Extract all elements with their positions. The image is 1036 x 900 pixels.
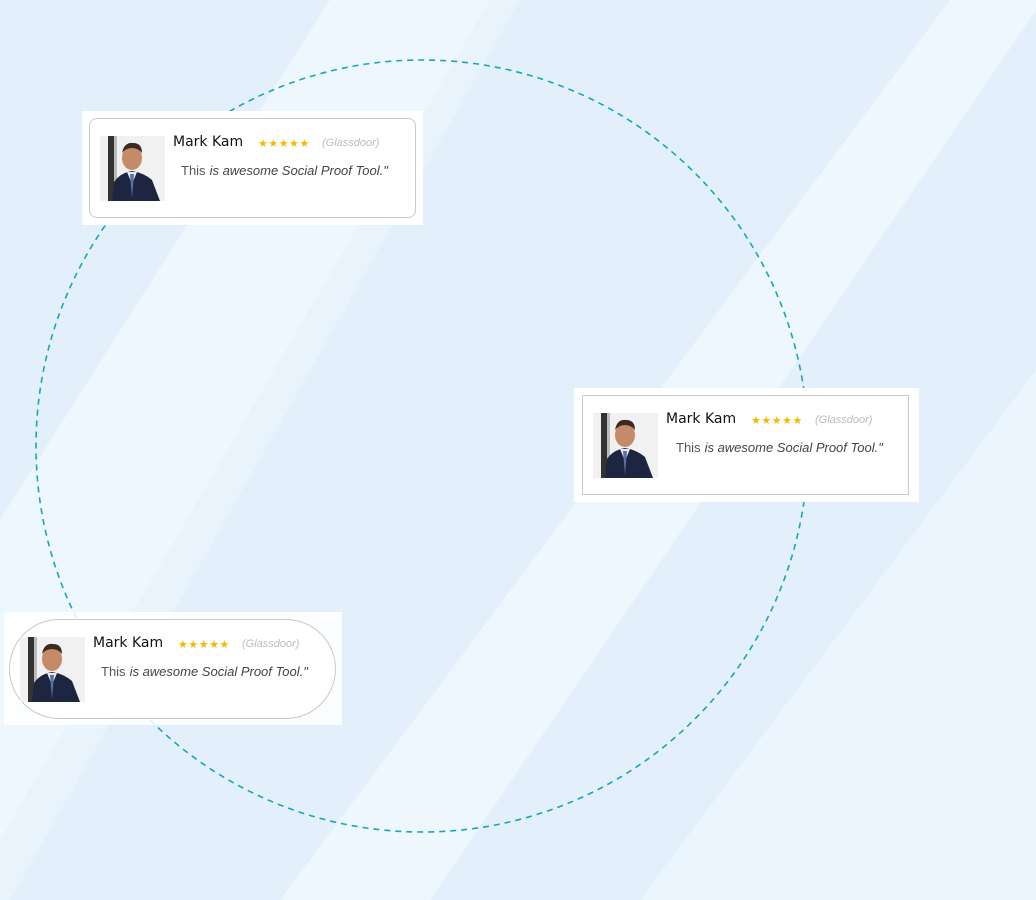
person-photo-icon xyxy=(593,413,658,478)
star-rating: ★★★★★ xyxy=(178,638,230,651)
testimonial-card[interactable]: Mark Kam ★★★★★ (Glassdoor) This is awesom… xyxy=(89,118,416,218)
person-photo-icon xyxy=(20,637,85,702)
quote-lead: This xyxy=(676,440,701,455)
reviewer-name: Mark Kam xyxy=(93,635,164,651)
testimonial-card-wrapper: Mark Kam ★★★★★ (Glassdoor) This is awesom… xyxy=(4,612,342,725)
quote-text: is awesome Social Proof Tool." xyxy=(209,163,388,178)
review-source: (Glassdoor) xyxy=(815,414,873,426)
avatar xyxy=(20,637,85,702)
avatar xyxy=(100,136,165,201)
testimonial-card[interactable]: Mark Kam ★★★★★ (Glassdoor) This is awesom… xyxy=(582,395,909,495)
review-quote: This is awesome Social Proof Tool." xyxy=(181,163,388,178)
quote-text: is awesome Social Proof Tool." xyxy=(704,440,883,455)
quote-lead: This xyxy=(181,163,206,178)
avatar xyxy=(593,413,658,478)
quote-lead: This xyxy=(101,664,126,679)
reviewer-name: Mark Kam xyxy=(173,134,244,150)
quote-text: is awesome Social Proof Tool." xyxy=(129,664,308,679)
testimonial-card-wrapper: Mark Kam ★★★★★ (Glassdoor) This is awesom… xyxy=(82,111,423,225)
testimonial-card-wrapper: Mark Kam ★★★★★ (Glassdoor) This is awesom… xyxy=(574,388,919,502)
testimonial-card[interactable]: Mark Kam ★★★★★ (Glassdoor) This is awesom… xyxy=(9,619,336,719)
review-quote: This is awesome Social Proof Tool." xyxy=(676,440,883,455)
star-rating: ★★★★★ xyxy=(751,414,803,427)
person-photo-icon xyxy=(100,136,165,201)
review-source: (Glassdoor) xyxy=(242,638,300,650)
review-quote: This is awesome Social Proof Tool." xyxy=(101,664,308,679)
review-source: (Glassdoor) xyxy=(322,137,380,149)
reviewer-name: Mark Kam xyxy=(666,411,737,427)
star-rating: ★★★★★ xyxy=(258,137,310,150)
